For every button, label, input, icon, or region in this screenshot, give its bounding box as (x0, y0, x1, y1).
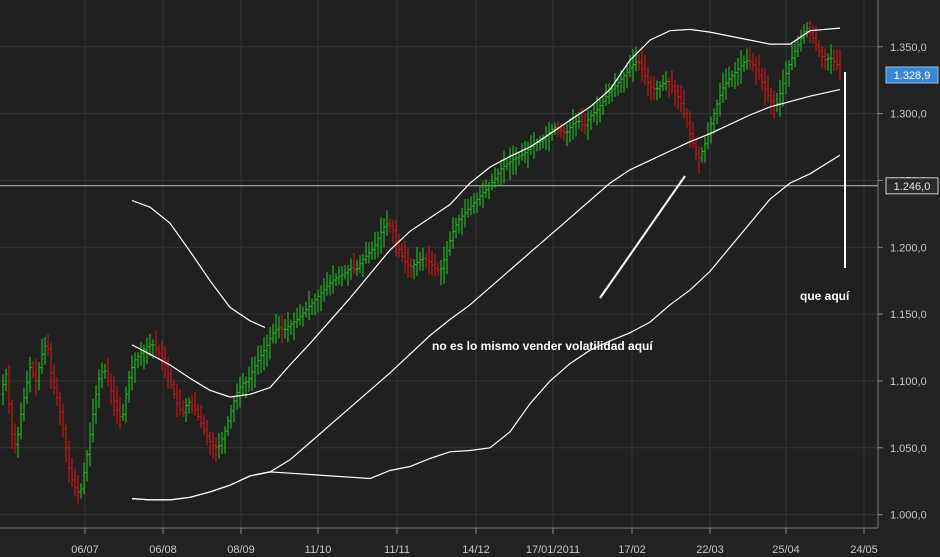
chart-window: 1.000,01.050,01.100,01.150,01.200,01.250… (0, 0, 940, 557)
y-axis-panel (878, 0, 940, 557)
last-price-label: 1.328,9 (894, 70, 931, 82)
y-tick-label: 1.200,0 (890, 242, 927, 254)
x-tick-label: 17/01/2011 (526, 544, 580, 556)
x-tick-label: 06/08 (149, 544, 177, 556)
reference-price-label: 1.246,0 (894, 181, 931, 193)
x-tick-label: 22/03 (696, 544, 724, 556)
y-tick-label: 1.000,0 (890, 510, 927, 522)
annotation-text: que aquí (800, 289, 850, 303)
x-tick-label: 11/10 (305, 544, 332, 556)
reference-price-tag: 1.246,0 (885, 177, 939, 195)
x-tick-label: 14/12 (462, 544, 490, 556)
annotation-text: no es lo mismo vender volatilidad aquí (432, 339, 653, 353)
x-tick-label: 24/05 (850, 544, 878, 556)
x-tick-label: 08/09 (227, 544, 255, 556)
y-tick-label: 1.350,0 (890, 42, 927, 54)
last-price-tag: 1.328,9 (885, 66, 939, 84)
y-tick-label: 1.100,0 (890, 376, 927, 388)
chart-background (0, 0, 940, 557)
x-tick-label: 25/04 (772, 544, 800, 556)
price-chart: 1.000,01.050,01.100,01.150,01.200,01.250… (0, 0, 940, 557)
x-tick-label: 17/02 (618, 544, 646, 556)
x-tick-label: 11/11 (384, 544, 410, 556)
x-tick-label: 06/07 (71, 544, 99, 556)
y-tick-label: 1.050,0 (890, 443, 927, 455)
y-tick-label: 1.150,0 (890, 309, 927, 321)
y-tick-label: 1.300,0 (890, 109, 927, 121)
